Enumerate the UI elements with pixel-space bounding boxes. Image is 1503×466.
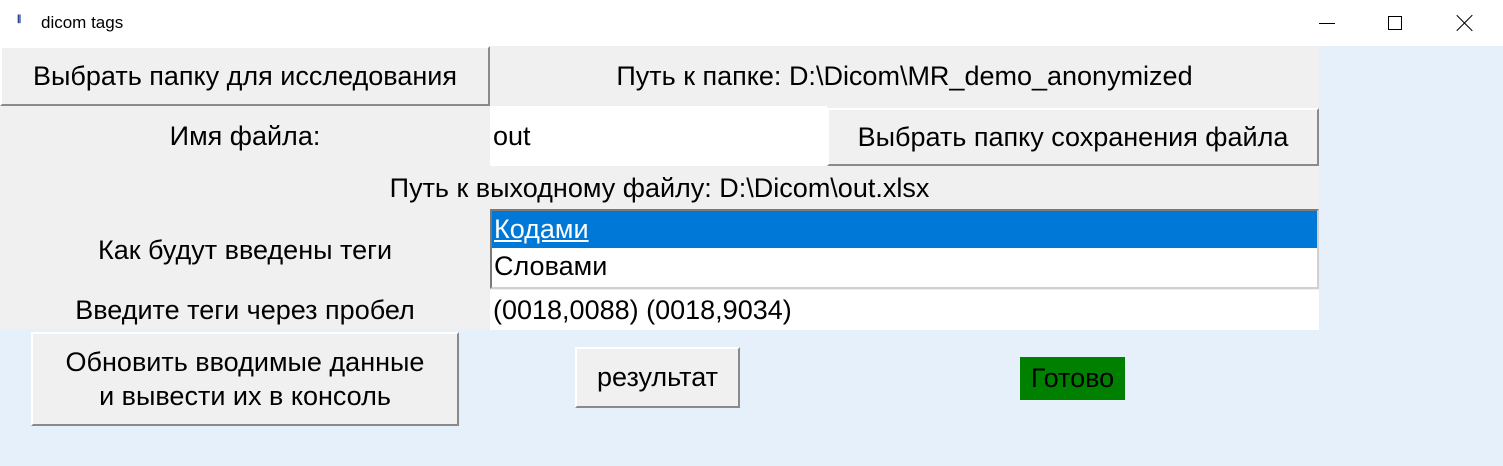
file-name-label: Имя файла:: [169, 120, 321, 151]
tags-mode-listbox[interactable]: Кодами Словами: [490, 209, 1319, 289]
maximize-icon: [1388, 16, 1402, 30]
title-bar: ꟾꟾ dicom tags: [0, 0, 1503, 46]
list-item-words[interactable]: Словами: [492, 248, 1317, 285]
window-title: dicom tags: [41, 13, 124, 32]
tags-input-label: Введите теги через пробел: [75, 294, 415, 325]
update-data-button[interactable]: Обновить вводимые данные и вывести их в …: [31, 332, 459, 426]
close-button[interactable]: [1430, 0, 1500, 46]
maximize-button[interactable]: [1360, 0, 1430, 46]
result-button[interactable]: результат: [575, 347, 740, 408]
minimize-button[interactable]: [1292, 0, 1362, 46]
dicom-app-icon: ꟾꟾ: [17, 16, 21, 26]
output-file-path: Путь к выходному файлу: D:\Dicom\out.xls…: [389, 172, 930, 203]
file-name-input[interactable]: out: [490, 106, 827, 166]
close-icon: [1456, 14, 1474, 32]
status-badge: Готово: [1020, 357, 1125, 400]
tags-mode-label: Как будут введены теги: [97, 234, 393, 265]
list-item-codes[interactable]: Кодами: [492, 211, 1317, 248]
update-button-line2: и вывести их в консоль: [99, 381, 391, 411]
choose-study-folder-button[interactable]: Выбрать папку для исследования: [0, 46, 490, 106]
tags-input[interactable]: (0018,0088) (0018,9034): [490, 290, 1319, 330]
minimize-icon: [1319, 22, 1335, 24]
study-folder-path: Путь к папке: D:\Dicom\MR_demo_anonymize…: [616, 60, 1193, 91]
choose-save-folder-button[interactable]: Выбрать папку сохранения файла: [827, 108, 1319, 166]
update-button-line1: Обновить вводимые данные: [65, 347, 425, 377]
